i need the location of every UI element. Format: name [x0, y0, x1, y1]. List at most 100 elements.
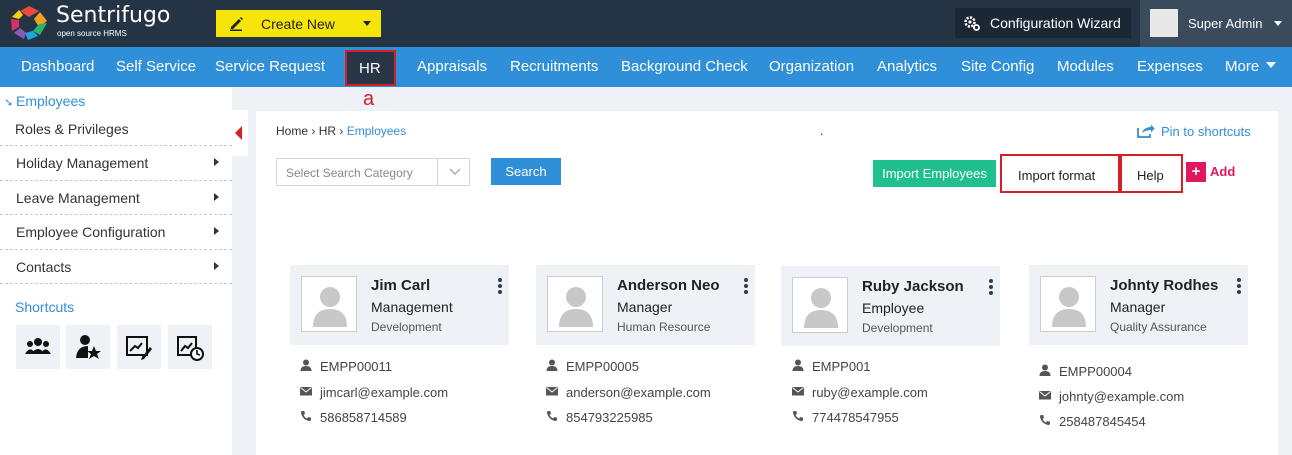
- employee-card[interactable]: Jim Carl Management Development: [290, 265, 509, 345]
- avatar: [547, 276, 603, 332]
- avatar: [792, 277, 848, 333]
- nav-dashboard[interactable]: Dashboard: [21, 58, 94, 75]
- phone-icon: [300, 411, 311, 422]
- create-new-button[interactable]: Create New: [216, 10, 381, 37]
- breadcrumb-hr[interactable]: HR: [319, 124, 336, 138]
- user-menu[interactable]: Super Admin: [1140, 0, 1292, 47]
- nav-self-service[interactable]: Self Service: [116, 58, 196, 75]
- sentrifugo-logo[interactable]: [9, 5, 49, 41]
- sidebar-item-contacts[interactable]: Contacts: [0, 249, 232, 283]
- employee-name[interactable]: Johnty Rodhes: [1110, 277, 1218, 294]
- employee-name[interactable]: Ruby Jackson: [862, 278, 964, 295]
- employee-phone-value: 258487845454: [1059, 414, 1146, 429]
- search-category-select[interactable]: Select Search Category: [276, 158, 470, 186]
- nav-hr[interactable]: HR: [345, 50, 396, 86]
- employee-phone-value: 854793225985: [566, 410, 653, 425]
- nav-modules[interactable]: Modules: [1057, 58, 1114, 75]
- envelope-icon: [300, 387, 312, 396]
- more-vertical-icon[interactable]: [744, 278, 748, 296]
- more-vertical-icon[interactable]: [498, 278, 502, 296]
- employee-title: Manager: [1110, 299, 1166, 315]
- sidebar-item-employees[interactable]: Employees: [16, 93, 85, 109]
- phone-icon: [546, 411, 557, 422]
- employees-group-icon: [25, 338, 51, 354]
- employee-card[interactable]: Anderson Neo Manager Human Resource: [536, 265, 755, 345]
- phone-icon: [1039, 415, 1050, 426]
- employee-title: Manager: [617, 299, 673, 315]
- employee-name[interactable]: Jim Carl: [371, 277, 430, 294]
- chevron-down-icon: [449, 168, 461, 175]
- breadcrumb-separator: ›: [311, 124, 316, 138]
- employee-department: Development: [371, 320, 442, 334]
- employee-phone-value: 586858714589: [320, 410, 407, 425]
- help-button[interactable]: Help: [1120, 154, 1183, 193]
- sidebar-item-label: Employee Configuration: [16, 224, 166, 240]
- nav-background-check[interactable]: Background Check: [621, 58, 748, 75]
- breadcrumb-home[interactable]: Home: [276, 124, 308, 138]
- nav-recruitments[interactable]: Recruitments: [510, 58, 598, 75]
- add-button[interactable]: Add: [1210, 164, 1235, 179]
- nav-appraisals[interactable]: Appraisals: [417, 58, 487, 75]
- shortcut-user-star[interactable]: [66, 325, 110, 369]
- employee-department: Human Resource: [617, 320, 711, 334]
- shortcut-edit-board[interactable]: [117, 325, 161, 369]
- employee-department: Quality Assurance: [1110, 320, 1207, 334]
- nav-site-config[interactable]: Site Config: [961, 58, 1034, 75]
- sidebar-item-roles[interactable]: Roles & Privileges: [15, 121, 129, 137]
- employee-email-value[interactable]: jimcarl@example.com: [320, 385, 448, 400]
- envelope-icon: [792, 387, 804, 396]
- search-button[interactable]: Search: [491, 158, 561, 185]
- nav-expenses[interactable]: Expenses: [1137, 58, 1203, 75]
- app-tagline: open source HRMS: [57, 29, 127, 38]
- user-icon: [792, 359, 804, 371]
- shortcut-employees[interactable]: [16, 325, 60, 369]
- nav-analytics[interactable]: Analytics: [877, 58, 937, 75]
- employee-department: Development: [862, 321, 933, 335]
- envelope-icon: [546, 387, 558, 396]
- sidebar-item-leave[interactable]: Leave Management: [0, 180, 232, 214]
- employee-title: Management: [371, 299, 453, 315]
- employee-id-value: EMPP00005: [566, 359, 639, 374]
- sidebar-item-label: Holiday Management: [16, 155, 149, 171]
- sidebar-item-holiday[interactable]: Holiday Management: [0, 145, 232, 179]
- chevron-down-icon: [1266, 62, 1276, 68]
- create-new-label: Create New: [261, 16, 335, 32]
- add-plus-icon[interactable]: +: [1186, 162, 1206, 182]
- employee-name[interactable]: Anderson Neo: [617, 277, 720, 294]
- chevron-right-icon: [214, 193, 219, 201]
- employee-email-value[interactable]: johnty@example.com: [1059, 389, 1184, 404]
- employee-card[interactable]: Ruby Jackson Employee Development: [781, 266, 1000, 346]
- share-icon: [1137, 124, 1155, 138]
- more-vertical-icon[interactable]: [989, 279, 993, 297]
- employee-id-value: EMPP00011: [320, 359, 393, 374]
- employee-email-value[interactable]: anderson@example.com: [566, 385, 711, 400]
- person-placeholder-icon: [1052, 287, 1086, 327]
- user-name: Super Admin: [1188, 16, 1263, 31]
- sidebar-collapse-toggle[interactable]: [232, 110, 248, 156]
- stray-dot: .: [820, 124, 824, 138]
- employee-id-value: EMPP00004: [1059, 364, 1132, 379]
- person-placeholder-icon: [804, 288, 838, 328]
- more-vertical-icon[interactable]: [1237, 278, 1241, 296]
- breadcrumb-current: Employees: [346, 124, 407, 138]
- pin-label: Pin to shortcuts: [1161, 124, 1251, 139]
- configuration-wizard-button[interactable]: Configuration Wizard: [955, 8, 1131, 38]
- nav-organization[interactable]: Organization: [769, 58, 854, 75]
- employee-card[interactable]: Johnty Rodhes Manager Quality Assurance: [1029, 265, 1248, 345]
- employee-email-value[interactable]: ruby@example.com: [812, 385, 928, 400]
- import-format-button[interactable]: Import format: [1000, 154, 1120, 193]
- app-name: Sentrifugo: [56, 3, 171, 28]
- search-category-placeholder: Select Search Category: [286, 166, 413, 180]
- person-placeholder-icon: [313, 287, 347, 327]
- user-icon: [1039, 364, 1051, 376]
- shortcuts-title: Shortcuts: [15, 299, 75, 315]
- shortcut-board-clock[interactable]: [168, 325, 212, 369]
- chevron-right-icon: [214, 262, 219, 270]
- chevron-right-icon: [214, 158, 219, 166]
- nav-more[interactable]: More: [1225, 58, 1259, 75]
- import-employees-button[interactable]: Import Employees: [873, 160, 996, 187]
- nav-service-request[interactable]: Service Request: [215, 58, 325, 75]
- user-icon: [546, 359, 558, 371]
- sidebar-item-employee-config[interactable]: Employee Configuration: [0, 214, 232, 248]
- annotation-a: a: [363, 88, 375, 110]
